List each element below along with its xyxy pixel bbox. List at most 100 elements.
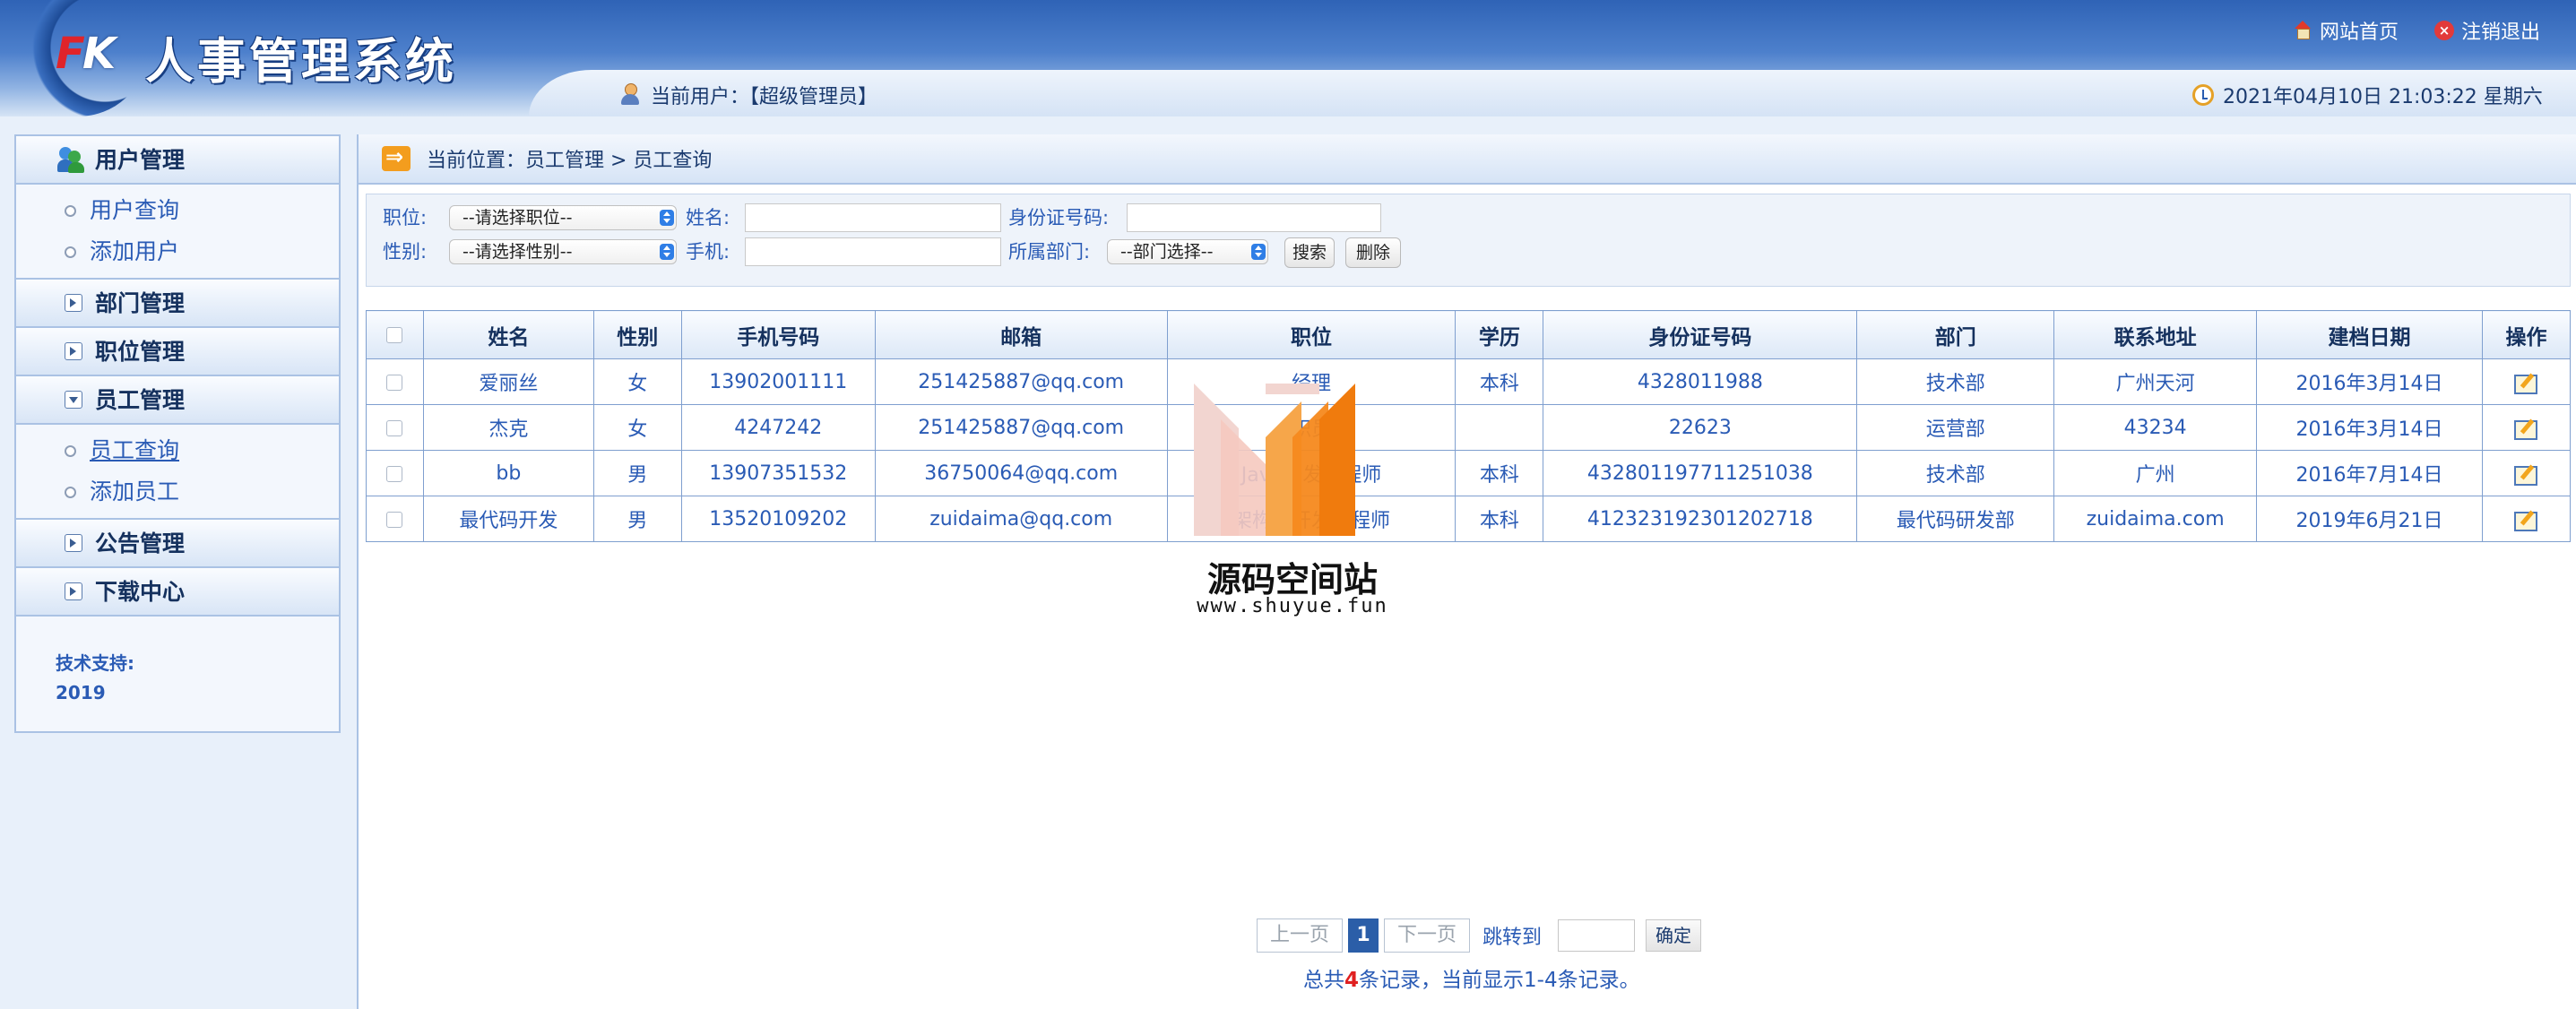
cell-idcard: 432801197711251038 [1543, 450, 1858, 496]
current-page[interactable]: 1 [1348, 918, 1379, 953]
row-checkbox[interactable] [386, 511, 403, 528]
expand-icon [65, 342, 82, 360]
cell-idcard: 4328011988 [1543, 358, 1858, 405]
next-page-button[interactable]: 下一页 [1384, 918, 1471, 953]
edit-icon[interactable] [2514, 418, 2538, 440]
row-select-cell[interactable] [366, 404, 424, 451]
sidebar-item-add-employee[interactable]: 添加员工 [16, 471, 339, 513]
row-checkbox[interactable] [386, 419, 403, 436]
tech-support-year: 2019 [56, 682, 106, 703]
menu-group-label: 员工管理 [95, 387, 186, 413]
edit-cell[interactable] [2481, 496, 2572, 542]
cell-email: zuidaima@qq.com [874, 496, 1168, 542]
jump-confirm-button[interactable]: 确定 [1646, 919, 1702, 952]
users-icon [57, 147, 86, 174]
home-link[interactable]: 网站首页 [2293, 16, 2399, 45]
edit-cell[interactable] [2481, 358, 2572, 405]
cell-email: 251425887@qq.com [874, 358, 1168, 405]
jump-label: 跳转到 [1482, 927, 1543, 949]
cell-email: 251425887@qq.com [874, 404, 1168, 451]
sidebar-item-add-user[interactable]: 添加用户 [16, 231, 339, 272]
sex-select[interactable]: --请选择性别-- [449, 239, 677, 264]
edit-cell[interactable] [2481, 450, 2572, 496]
sidebar-item-label: 添加用户 [90, 238, 180, 264]
cell-education: 本科 [1455, 450, 1544, 496]
cell-idcard: 22623 [1543, 404, 1858, 451]
sidebar-item-label: 添加员工 [90, 479, 180, 504]
tech-support-label: 技术支持: [56, 652, 134, 674]
cell-date: 2019年6月21日 [2256, 496, 2483, 542]
bullet-icon [65, 487, 76, 498]
jump-page-input[interactable] [1558, 919, 1636, 952]
select-all-checkbox[interactable] [386, 327, 403, 343]
menu-group-label: 下载中心 [95, 579, 186, 605]
select-all-cell[interactable] [366, 310, 424, 359]
home-icon [2293, 21, 2312, 40]
app-header: F K 人事管理系统 网站首页 × 注销退出 当前用户：【超级管理员】 2021… [0, 0, 2576, 116]
breadcrumb: 当前位置：员工管理 > 员工查询 [359, 134, 2576, 185]
cell-phone: 13902001111 [680, 358, 876, 405]
table-header-row: 姓名 性别 手机号码 邮箱 职位 学历 身份证号码 部门 联系地址 建档日期 操… [366, 310, 2572, 359]
menu-group-user[interactable]: 用户管理 [16, 136, 339, 185]
table-row: bb 男 13907351532 36750064@qq.com Java开发工… [366, 450, 2572, 496]
pagination: 上一页 1 下一页 跳转到 确定 [1257, 918, 1702, 953]
watermark-title: 源码空间站 [1206, 560, 1378, 599]
breadcrumb-text: 当前位置：员工管理 > 员工查询 [427, 150, 713, 172]
position-select[interactable]: --请选择职位-- [449, 205, 677, 230]
menu-group-download[interactable]: 下载中心 [16, 568, 339, 617]
cell-address: 广州天河 [2053, 358, 2258, 405]
row-select-cell[interactable] [366, 358, 424, 405]
edit-icon[interactable] [2514, 510, 2538, 531]
menu-group-label: 公告管理 [95, 530, 186, 556]
row-checkbox[interactable] [386, 465, 403, 482]
phone-label: 手机: [686, 241, 730, 263]
current-user-text: 当前用户：【超级管理员】 [651, 86, 878, 108]
close-icon: × [2434, 21, 2454, 40]
phone-input[interactable] [745, 237, 1001, 266]
sidebar: 用户管理 用户查询 添加用户 部门管理 职位管理 员工管理 员工查询 添加员工 [14, 134, 341, 733]
cell-name: 爱丽丝 [422, 358, 594, 405]
idcard-label: 身份证号码: [1008, 207, 1110, 229]
menu-group-position[interactable]: 职位管理 [16, 328, 339, 376]
cell-sex: 男 [592, 450, 682, 496]
bullet-icon [65, 445, 76, 457]
position-select-value: --请选择职位-- [462, 208, 573, 228]
menu-group-notice[interactable]: 公告管理 [16, 520, 339, 568]
expand-icon [65, 534, 82, 552]
record-summary: 总共4条记录，当前显示1-4条记录。 [1303, 962, 1640, 993]
sidebar-item-label: 员工查询 [90, 437, 180, 463]
cell-date: 2016年3月14日 [2256, 358, 2483, 405]
cell-sex: 女 [592, 404, 682, 451]
column-header: 部门 [1856, 310, 2055, 359]
delete-button[interactable]: 删除 [1345, 237, 1401, 268]
menu-group-department[interactable]: 部门管理 [16, 280, 339, 328]
dept-select[interactable]: --部门选择-- [1107, 239, 1268, 264]
current-user: 当前用户：【超级管理员】 [618, 81, 877, 109]
row-select-cell[interactable] [366, 496, 424, 542]
cell-phone: 4247242 [680, 404, 876, 451]
cell-idcard: 412323192301202718 [1543, 496, 1858, 542]
edit-cell[interactable] [2481, 404, 2572, 451]
search-button[interactable]: 搜索 [1284, 237, 1335, 268]
sidebar-item-employee-query[interactable]: 员工查询 [16, 430, 339, 471]
row-checkbox[interactable] [386, 374, 403, 391]
edit-icon[interactable] [2514, 464, 2538, 486]
row-select-cell[interactable] [366, 450, 424, 496]
cell-address: zuidaima.com [2053, 496, 2258, 542]
cell-education: 本科 [1455, 358, 1544, 405]
edit-icon[interactable] [2514, 373, 2538, 394]
column-header: 姓名 [422, 310, 594, 359]
clock-icon [2192, 84, 2214, 106]
summary-total: 4 [1344, 969, 1360, 992]
select-arrows-icon [1251, 244, 1266, 260]
cell-date: 2016年7月14日 [2256, 450, 2483, 496]
sidebar-item-user-query[interactable]: 用户查询 [16, 190, 339, 231]
logout-link[interactable]: × 注销退出 [2434, 16, 2540, 45]
menu-group-employee[interactable]: 员工管理 [16, 376, 339, 425]
prev-page-button[interactable]: 上一页 [1257, 918, 1344, 953]
name-input[interactable] [745, 203, 1001, 232]
submenu-employee: 员工查询 添加员工 [16, 425, 339, 520]
column-header: 性别 [592, 310, 682, 359]
cell-phone: 13520109202 [680, 496, 876, 542]
idcard-input[interactable] [1127, 203, 1381, 232]
